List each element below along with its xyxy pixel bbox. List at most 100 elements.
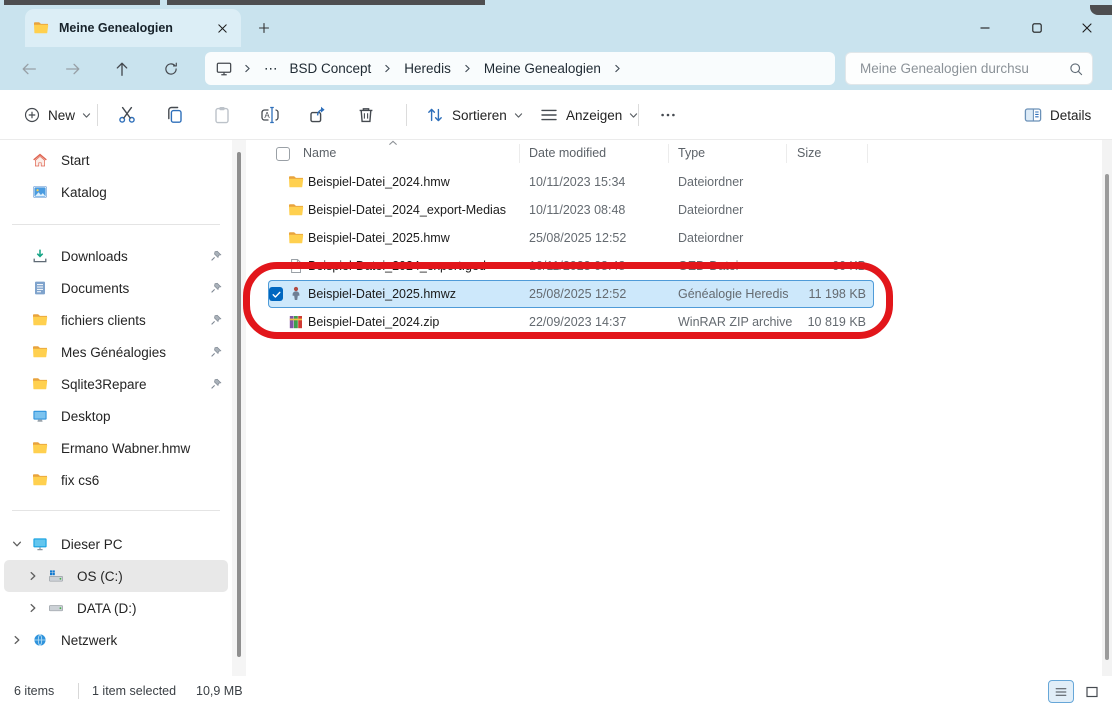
heredis-icon [288, 286, 304, 302]
file-row[interactable]: Beispiel-Datei_2024_export.ged 10/11/202… [268, 252, 874, 280]
chevron-right-icon[interactable] [28, 603, 38, 613]
folder-icon [32, 312, 48, 328]
selection-size: 10,9 MB [196, 684, 243, 698]
column-header-name[interactable]: Name [303, 146, 336, 160]
chevron-right-icon[interactable] [28, 571, 38, 581]
column-header-type[interactable]: Type [678, 146, 705, 160]
sort-ascending-icon [388, 140, 398, 146]
file-row[interactable]: Beispiel-Datei_2025.hmw 25/08/2025 12:52… [268, 224, 874, 252]
sidebar-item-netzwerk[interactable]: Netzwerk [4, 624, 228, 656]
sidebar-item-data-d[interactable]: DATA (D:) [4, 592, 228, 624]
folder-icon [32, 472, 48, 488]
chevron-down-icon[interactable] [12, 539, 22, 549]
refresh-button[interactable] [156, 55, 186, 83]
forward-button[interactable] [58, 55, 88, 83]
view-button[interactable]: Anzeigen [530, 98, 647, 132]
chevron-down-icon [514, 111, 523, 120]
sidebar-item-mes-genealogies[interactable]: Mes Généalogies [4, 336, 228, 368]
up-button[interactable] [107, 55, 137, 83]
tab-meine-genealogien[interactable]: Meine Genealogien [25, 9, 241, 47]
title-bar: Meine Genealogien [0, 5, 1112, 47]
details-view-toggle[interactable] [1048, 680, 1074, 703]
folder-icon [288, 230, 304, 246]
breadcrumb-overflow[interactable]: ⋯ [262, 59, 280, 79]
share-button[interactable] [300, 98, 336, 132]
breadcrumb: ⋯ BSD Concept Heredis Meine Genealogien [205, 52, 835, 85]
copy-button[interactable] [157, 98, 193, 132]
details-pane-button[interactable]: Details [1014, 98, 1100, 132]
file-list: Name Date modified Type Size Beispiel-Da… [246, 140, 1102, 676]
search-icon[interactable] [1068, 61, 1084, 77]
breadcrumb-item-heredis[interactable]: Heredis [402, 59, 453, 78]
breadcrumb-item-meine-genealogien[interactable]: Meine Genealogien [482, 59, 603, 78]
command-toolbar: New Sortieren Anzeigen Details [0, 90, 1112, 140]
delete-button[interactable] [348, 98, 384, 132]
sidebar-item-desktop[interactable]: Desktop [4, 400, 228, 432]
sidebar-scrollbar-thumb[interactable] [237, 152, 241, 657]
drive-icon [48, 600, 64, 616]
chevron-right-icon [243, 64, 252, 73]
sidebar-item-fix-cs6[interactable]: fix cs6 [4, 464, 228, 496]
close-button[interactable] [1064, 14, 1110, 42]
sidebar-item-dieser-pc[interactable]: Dieser PC [4, 528, 228, 560]
sort-button[interactable]: Sortieren [416, 98, 532, 132]
new-button[interactable]: New [14, 98, 100, 132]
chevron-right-icon [463, 64, 472, 73]
cut-button[interactable] [109, 98, 145, 132]
chevron-down-icon [82, 111, 91, 120]
file-row[interactable]: Beispiel-Datei_2024_export-Medias 10/11/… [268, 196, 874, 224]
sidebar-item-ermano-wabner[interactable]: Ermano Wabner.hmw [4, 432, 228, 464]
sort-arrows-icon [425, 105, 445, 125]
file-row-selected[interactable]: Beispiel-Datei_2025.hmwz 25/08/2025 12:5… [268, 280, 874, 308]
breadcrumb-item-bsd-concept[interactable]: BSD Concept [288, 59, 374, 78]
select-all-checkbox[interactable] [276, 147, 290, 161]
sidebar-item-katalog[interactable]: Katalog [4, 176, 228, 208]
pin-icon [210, 250, 222, 262]
document-icon [32, 280, 48, 296]
back-button[interactable] [14, 55, 44, 83]
sidebar-item-sqlite3repare[interactable]: Sqlite3Repare [4, 368, 228, 400]
folder-icon [288, 174, 304, 190]
sidebar-item-downloads[interactable]: Downloads [4, 240, 228, 272]
new-button-label: New [48, 108, 75, 123]
chevron-right-icon [613, 64, 622, 73]
folder-icon [32, 376, 48, 392]
network-icon [32, 632, 48, 648]
minimize-button[interactable] [962, 14, 1008, 42]
plus-circle-icon [23, 106, 41, 124]
main-scrollbar[interactable] [1102, 140, 1112, 676]
view-lines-icon [539, 105, 559, 125]
column-header-date[interactable]: Date modified [529, 146, 606, 160]
thumbnail-view-toggle[interactable] [1079, 680, 1105, 703]
row-checkbox-checked[interactable] [269, 287, 283, 301]
more-options-button[interactable] [650, 98, 686, 132]
tab-close-icon[interactable] [211, 17, 233, 39]
home-icon [32, 152, 48, 168]
sidebar-item-fichiers-clients[interactable]: fichiers clients [4, 304, 228, 336]
pin-icon [210, 346, 222, 358]
new-tab-button[interactable] [252, 16, 276, 40]
search-input[interactable] [858, 60, 1068, 77]
column-header-size[interactable]: Size [797, 146, 821, 160]
file-row[interactable]: Beispiel-Datei_2024.zip 22/09/2023 14:37… [268, 308, 874, 336]
maximize-button[interactable] [1014, 14, 1060, 42]
item-count: 6 items [14, 684, 54, 698]
file-icon [288, 258, 304, 274]
sidebar-scrollbar[interactable] [232, 140, 246, 676]
chevron-right-icon[interactable] [12, 635, 22, 645]
os-drive-icon [48, 568, 64, 584]
this-pc-icon[interactable] [215, 60, 233, 78]
search-box[interactable] [845, 52, 1093, 85]
main-scrollbar-thumb[interactable] [1105, 174, 1109, 660]
sidebar-item-documents[interactable]: Documents [4, 272, 228, 304]
tab-title: Meine Genealogien [59, 21, 211, 35]
pin-icon [210, 314, 222, 326]
file-row[interactable]: Beispiel-Datei_2024.hmw 10/11/2023 15:34… [268, 168, 874, 196]
sidebar-item-os-c[interactable]: OS (C:) [4, 560, 228, 592]
paste-button[interactable] [204, 98, 240, 132]
folder-icon [33, 20, 49, 36]
file-explorer-window: Meine Genealogien ⋯ BSD Concept Heredis … [0, 0, 1112, 707]
rename-button[interactable] [252, 98, 288, 132]
sidebar-item-start[interactable]: Start [4, 144, 228, 176]
chevron-down-icon [629, 111, 638, 120]
